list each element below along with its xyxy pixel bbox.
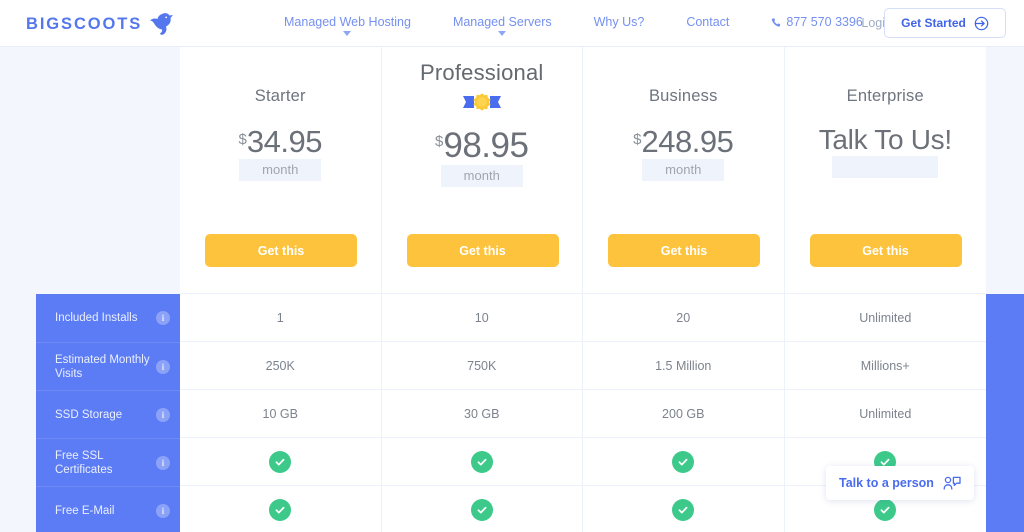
get-this-button-starter[interactable]: Get this bbox=[205, 234, 357, 267]
feature-value-cell bbox=[180, 486, 382, 532]
nav-label: Contact bbox=[686, 15, 730, 29]
table-row: 10 GB 30 GB 200 GB Unlimited bbox=[180, 389, 986, 438]
feature-label-row-estimated-monthly-visits: Estimated Monthly Visits i bbox=[36, 342, 180, 390]
plan-price-block: Talk To Us! month bbox=[819, 126, 952, 178]
check-circle-icon bbox=[470, 451, 493, 473]
price-period: month bbox=[239, 159, 322, 181]
feature-label-row-ssd-storage: SSD Storage i bbox=[36, 390, 180, 438]
price-period: month bbox=[642, 159, 725, 181]
get-this-button-business[interactable]: Get this bbox=[608, 234, 760, 267]
feature-label-sidebar: Included Installs i Estimated Monthly Vi… bbox=[36, 294, 180, 532]
price-amount: 34.95 bbox=[246, 124, 323, 159]
medal-award-icon bbox=[461, 86, 503, 114]
site-header: BIGSCOOTS Managed Web Hosting Managed Se… bbox=[0, 0, 1024, 47]
feature-label: Included Installs bbox=[55, 312, 138, 324]
table-row: 250K 750K 1.5 Million Millions+ bbox=[180, 341, 986, 390]
table-row: 1 10 20 Unlimited bbox=[180, 293, 986, 342]
price-amount: 248.95 bbox=[641, 124, 734, 159]
currency-symbol: $ bbox=[435, 133, 444, 150]
nav-label: Why Us? bbox=[593, 15, 645, 29]
currency-symbol: $ bbox=[238, 131, 247, 148]
get-started-label: Get Started bbox=[901, 16, 966, 30]
person-chat-icon bbox=[943, 476, 961, 491]
brand-logo[interactable]: BIGSCOOTS bbox=[26, 12, 175, 36]
plan-column-business: Business $ 248.95 month Get this bbox=[583, 47, 785, 293]
feature-label-row-free-ssl-certificates: Free SSL Certificates i bbox=[36, 438, 180, 486]
feature-value-cell: 250K bbox=[180, 342, 382, 390]
get-started-button[interactable]: Get Started bbox=[884, 8, 1006, 38]
check-circle-icon bbox=[874, 499, 897, 521]
plan-name: Starter bbox=[254, 87, 306, 105]
feature-label-row-free-email: Free E-Mail i bbox=[36, 486, 180, 532]
feature-label-row-included-installs: Included Installs i bbox=[36, 294, 180, 342]
feature-value-cell: Unlimited bbox=[859, 407, 912, 421]
feature-value-cell: 1 bbox=[180, 294, 382, 342]
info-icon[interactable]: i bbox=[156, 359, 170, 374]
plan-price-block: $ 34.95 month bbox=[239, 126, 322, 181]
feature-label: SSD Storage bbox=[55, 408, 123, 421]
price-amount: 98.95 bbox=[443, 126, 529, 165]
chat-widget-label: Talk to a person bbox=[839, 476, 934, 490]
phone-icon bbox=[771, 17, 781, 28]
feature-value-cell: 1.5 Million bbox=[583, 342, 785, 390]
main-navigation: Managed Web Hosting Managed Servers Why … bbox=[263, 15, 884, 36]
feature-label: Free E-Mail bbox=[55, 504, 115, 517]
plan-column-professional: Professional $ 98.95 month Get this bbox=[382, 47, 583, 293]
check-circle-icon bbox=[672, 499, 695, 521]
plan-name: Business bbox=[648, 87, 718, 105]
feature-value-cell: 10 bbox=[382, 294, 583, 342]
feature-value-cell bbox=[382, 486, 583, 532]
check-circle-icon bbox=[269, 451, 292, 473]
info-icon[interactable]: i bbox=[156, 503, 170, 518]
nav-item-managed-web-hosting[interactable]: Managed Web Hosting bbox=[263, 15, 432, 36]
plan-column-starter: Starter $ 34.95 month Get this bbox=[180, 47, 382, 293]
brand-wordmark: BIGSCOOTS bbox=[26, 14, 143, 33]
feature-value-cell: 10 GB bbox=[180, 390, 382, 438]
feature-value-cell bbox=[583, 486, 785, 532]
feature-value-cell: Unlimited bbox=[859, 311, 912, 325]
currency-symbol: $ bbox=[633, 131, 642, 148]
plan-columns: Starter $ 34.95 month Get this Professio… bbox=[180, 47, 986, 293]
feature-value-cell: 20 bbox=[583, 294, 785, 342]
check-circle-icon bbox=[269, 499, 292, 521]
check-circle-icon bbox=[470, 499, 493, 521]
feature-value-cell: 200 GB bbox=[583, 390, 785, 438]
feature-value-cell bbox=[583, 438, 785, 486]
nav-item-managed-servers[interactable]: Managed Servers bbox=[432, 15, 573, 36]
get-this-button-enterprise[interactable]: Get this bbox=[809, 234, 962, 267]
nav-item-why-us[interactable]: Why Us? bbox=[573, 15, 666, 29]
pricing-page: BIGSCOOTS Managed Web Hosting Managed Se… bbox=[0, 0, 1024, 532]
plan-column-enterprise: Enterprise Talk To Us! month Get this bbox=[785, 47, 987, 293]
feature-label: Estimated Monthly Visits bbox=[55, 353, 150, 380]
info-icon[interactable]: i bbox=[156, 455, 170, 470]
feature-label: Free SSL Certificates bbox=[55, 449, 113, 476]
phone-number-label: 877 570 3396 bbox=[786, 15, 863, 29]
feature-value-cell: Millions+ bbox=[860, 359, 910, 373]
plan-price-block: $ 248.95 month bbox=[633, 124, 734, 181]
price-period: month bbox=[440, 165, 523, 187]
feature-value-cell bbox=[180, 438, 382, 486]
price-period: month bbox=[832, 156, 939, 178]
arrow-right-circle-icon bbox=[974, 16, 989, 31]
feature-value-cell: 750K bbox=[382, 342, 583, 390]
nav-item-contact[interactable]: Contact bbox=[665, 15, 750, 29]
check-circle-icon bbox=[672, 451, 695, 473]
pricing-card: Starter $ 34.95 month Get this Professio… bbox=[180, 47, 986, 532]
talk-to-a-person-widget[interactable]: Talk to a person bbox=[826, 466, 974, 500]
nav-label: Managed Web Hosting bbox=[284, 15, 411, 29]
feature-value-cell bbox=[382, 438, 583, 486]
feature-value-cell: 30 GB bbox=[382, 390, 583, 438]
plan-name: Professional bbox=[420, 60, 544, 85]
bird-mascot-icon bbox=[149, 12, 175, 36]
info-icon[interactable]: i bbox=[156, 311, 170, 325]
info-icon[interactable]: i bbox=[156, 407, 170, 422]
plan-name: Enterprise bbox=[846, 87, 924, 105]
right-blue-panel bbox=[986, 294, 1024, 532]
nav-label: Managed Servers bbox=[452, 15, 552, 29]
custom-price-label: Talk To Us! bbox=[818, 124, 952, 155]
plan-price-block: $ 98.95 month bbox=[435, 126, 529, 187]
get-this-button-professional[interactable]: Get this bbox=[406, 234, 559, 267]
